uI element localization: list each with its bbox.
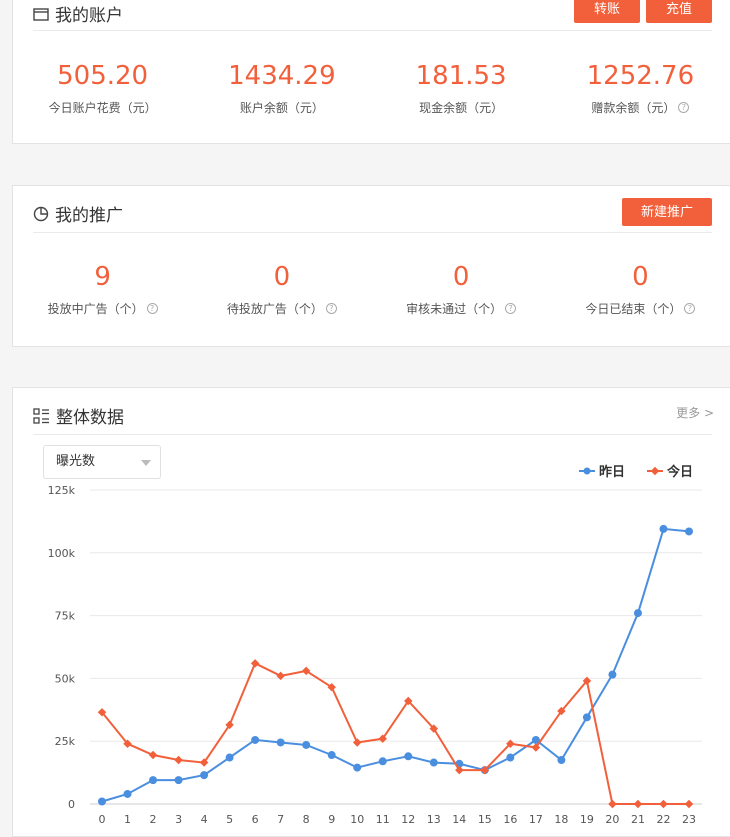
overview-panel: 整体数据 更多 > 曝光数 昨日 今日 bbox=[12, 387, 730, 837]
list-icon bbox=[33, 407, 49, 424]
account-stats: 505.20 今日账户花费（元） 1434.29 账户余额（元） 181.53 现金余额（… bbox=[13, 61, 730, 116]
recharge-button[interactable]: 充值 bbox=[646, 0, 712, 23]
overview-title-text: 整体数据 bbox=[56, 408, 124, 428]
promotion-header: 我的推广 新建推广 bbox=[33, 198, 712, 233]
help-icon[interactable]: ? bbox=[678, 102, 690, 113]
account-header: 我的账户 转账 充值 bbox=[33, 0, 712, 31]
promotion-stat-label-row: 投放中广告（个）? bbox=[13, 300, 192, 317]
promotion-stat-value: 0 bbox=[632, 262, 649, 292]
promotion-stat-label: 审核未通过（个） bbox=[406, 302, 503, 316]
account-stat-label-row: 今日账户花费（元） bbox=[13, 99, 192, 116]
account-stat: 505.20 今日账户花费（元） bbox=[13, 61, 192, 116]
account-title-text: 我的账户 bbox=[55, 6, 123, 26]
promotion-title-text: 我的推广 bbox=[55, 206, 123, 226]
metric-select[interactable]: 曝光数 bbox=[43, 445, 161, 479]
account-stat: 1434.29 账户余额（元） bbox=[192, 61, 371, 116]
promotion-stats: 9 投放中广告（个）? 0 待投放广告（个）? 0 审核未通过（个）? 0 今日已结束（个）? bbox=[13, 262, 730, 317]
promotion-stat-value: 9 bbox=[94, 262, 111, 292]
overview-header: 整体数据 bbox=[33, 400, 712, 435]
promotion-title: 我的推广 bbox=[33, 201, 123, 226]
promotion-stat-label: 今日已结束（个） bbox=[585, 302, 682, 316]
help-icon[interactable]: ? bbox=[325, 303, 337, 314]
account-stat-label: 今日账户花费（元） bbox=[48, 101, 157, 115]
more-link[interactable]: 更多 > bbox=[676, 404, 714, 421]
promotion-stat-label-row: 审核未通过（个）? bbox=[372, 300, 551, 317]
transfer-button[interactable]: 转账 bbox=[574, 0, 640, 23]
account-stat: 181.53 现金余额（元） bbox=[372, 61, 551, 116]
promotion-stat: 0 待投放广告（个）? bbox=[192, 262, 371, 317]
legend-marker-yesterday bbox=[579, 467, 595, 474]
promotion-stat-value: 0 bbox=[452, 262, 470, 292]
account-title: 我的账户 bbox=[33, 1, 123, 26]
promotion-panel: 我的推广 新建推广 9 投放中广告（个）? 0 待投放广告（个）? 0 审核未通过（个）?… bbox=[12, 185, 730, 347]
account-stat-value: 1252.76 bbox=[586, 61, 695, 91]
promotion-stat-label: 投放中广告（个） bbox=[47, 302, 144, 316]
account-stat-label: 现金余额（元） bbox=[419, 101, 504, 115]
promotion-stat: 0 审核未通过（个）? bbox=[372, 262, 551, 317]
promotion-stat-label: 待投放广告（个） bbox=[226, 302, 323, 316]
more-link-text: 更多 bbox=[676, 406, 701, 420]
account-stat-label: 赠款余额（元） bbox=[591, 101, 676, 115]
promotion-stat-label-row: 待投放广告（个）? bbox=[192, 300, 371, 317]
wallet-icon bbox=[33, 7, 49, 21]
account-stat-value: 1434.29 bbox=[228, 61, 336, 91]
account-stat: 1252.76 赠款余额（元）? bbox=[551, 61, 730, 116]
help-icon[interactable]: ? bbox=[684, 303, 696, 314]
account-stat-value: 505.20 bbox=[57, 61, 149, 91]
chevron-right-icon: > bbox=[700, 406, 714, 420]
account-stat-label-row: 赠款余额（元）? bbox=[551, 99, 730, 116]
legend-item-yesterday[interactable]: 昨日 bbox=[579, 461, 625, 480]
promotion-stat: 0 今日已结束（个）? bbox=[551, 262, 730, 317]
legend-label-yesterday: 昨日 bbox=[599, 465, 626, 480]
promotion-stat-value: 0 bbox=[273, 262, 291, 292]
new-promotion-button[interactable]: 新建推广 bbox=[622, 198, 712, 226]
help-icon[interactable]: ? bbox=[146, 303, 158, 314]
promotion-stat-label-row: 今日已结束（个）? bbox=[551, 300, 730, 317]
account-stat-value: 181.53 bbox=[415, 61, 507, 91]
account-stat-label: 账户余额（元） bbox=[239, 101, 324, 115]
pie-chart-icon bbox=[33, 206, 49, 221]
chevron-down-icon bbox=[141, 460, 151, 466]
account-stat-label-row: 现金余额（元） bbox=[372, 99, 551, 116]
legend-item-today[interactable]: 今日 bbox=[647, 461, 693, 480]
overview-title: 整体数据 bbox=[33, 403, 124, 428]
account-panel: 我的账户 转账 充值 505.20 今日账户花费（元） 1434.29 账户余额（元）… bbox=[12, 0, 730, 144]
account-stat-label-row: 账户余额（元） bbox=[192, 99, 371, 116]
metric-select-value: 曝光数 bbox=[56, 454, 96, 469]
legend-label-today: 今日 bbox=[667, 465, 694, 480]
promotion-stat: 9 投放中广告（个）? bbox=[13, 262, 192, 317]
legend-marker-today bbox=[647, 466, 663, 475]
help-icon[interactable]: ? bbox=[505, 303, 517, 314]
